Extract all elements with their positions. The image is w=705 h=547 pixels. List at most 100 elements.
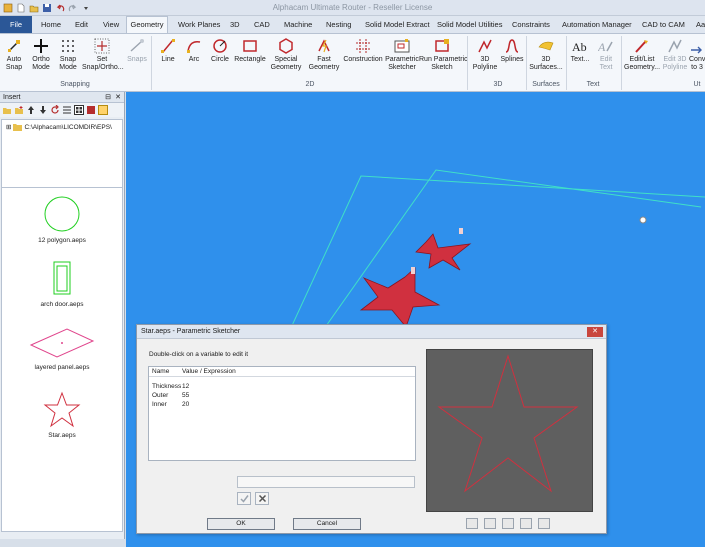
tab-work-planes[interactable]: Work Planes: [178, 16, 220, 33]
construction-button[interactable]: Construction: [343, 36, 383, 64]
edit-3d-polyline-button[interactable]: Edit 3D Polyline: [660, 36, 690, 72]
list-item[interactable]: 12 polygon.aeps: [2, 194, 122, 244]
tab-edit[interactable]: Edit: [75, 16, 88, 33]
fast-geometry-button[interactable]: Fast Geometry: [306, 36, 342, 72]
3d-polyline-icon: [471, 36, 499, 56]
run-parametric-sketch-icon: [419, 36, 465, 56]
tab-home[interactable]: Home: [41, 16, 61, 33]
snaps-button[interactable]: Snaps: [125, 36, 149, 64]
arc-icon: [183, 36, 205, 56]
accept-button[interactable]: [237, 492, 251, 505]
folder-icon: [13, 124, 23, 131]
3d-surfaces-button[interactable]: 3D Surfaces...: [528, 36, 564, 72]
folder-new-icon[interactable]: [14, 105, 24, 115]
edit-3d-polyline-label: Edit 3D Polyline: [662, 56, 688, 71]
parametric-sketcher-button[interactable]: Parametric Sketcher: [385, 36, 419, 72]
edit-geometry-icon: [624, 36, 660, 56]
tab-overflow[interactable]: Aa: [696, 16, 705, 33]
column-name: Name: [152, 368, 170, 375]
tab-cad[interactable]: CAD: [254, 16, 270, 33]
run-parametric-sketch-label: Run Parametric Sketch: [419, 56, 468, 71]
set-snap-ortho-button[interactable]: Set Snap/Ortho...: [82, 36, 124, 72]
table-row[interactable]: Thickness 12: [149, 382, 415, 391]
special-geometry-button[interactable]: Special Geometry: [268, 36, 304, 72]
tab-cad-to-cam[interactable]: CAD to CAM: [642, 16, 685, 33]
tab-solid-model-extract[interactable]: Solid Model Extract: [365, 16, 430, 33]
convert-button[interactable]: Conv to 3: [689, 36, 705, 72]
stop-icon[interactable]: [86, 105, 96, 115]
ok-button[interactable]: OK: [207, 518, 275, 530]
list-item[interactable]: Star.aeps: [2, 391, 122, 439]
auto-snap-button[interactable]: Auto Snap: [3, 36, 25, 72]
tab-constraints[interactable]: Constraints: [512, 16, 550, 33]
list-view-icon[interactable]: [62, 105, 72, 115]
refresh-icon[interactable]: [50, 105, 60, 115]
parametric-sketcher-label: Parametric Sketcher: [385, 56, 419, 71]
arrow-up-icon[interactable]: [26, 105, 36, 115]
line-button[interactable]: Line: [157, 36, 179, 64]
dialog-close-button[interactable]: ✕: [587, 327, 603, 337]
ribbon-tabs: File Home Edit View Geometry Work Planes…: [0, 16, 705, 34]
circle-thumbnail-icon: [44, 196, 80, 232]
ortho-mode-button[interactable]: Ortho Mode: [29, 36, 53, 72]
thumbnail-view-icon[interactable]: [74, 105, 84, 115]
preview-toggle-icon[interactable]: [98, 105, 108, 115]
circle-button[interactable]: Circle: [208, 36, 232, 64]
preview-view-button[interactable]: [538, 518, 550, 529]
tab-nesting[interactable]: Nesting: [326, 16, 351, 33]
cursor-marker: [639, 216, 647, 224]
preview-view-button[interactable]: [520, 518, 532, 529]
pin-icon[interactable]: ⊟: [105, 92, 111, 103]
tab-3d[interactable]: 3D: [230, 16, 240, 33]
text-button[interactable]: Ab Text...: [568, 36, 592, 64]
reject-button[interactable]: [255, 492, 269, 505]
auto-snap-label: Auto Snap: [5, 56, 23, 71]
folder-tree-node[interactable]: ⊞ C:\Alphacam\LICOMDIR\EPS\: [6, 123, 112, 131]
expression-input[interactable]: [237, 476, 415, 488]
column-value: Value / Expression: [182, 368, 236, 375]
row-value: 20: [182, 401, 190, 408]
snaps-icon: [125, 36, 149, 56]
tab-solid-model-utilities[interactable]: Solid Model Utilities: [437, 16, 502, 33]
table-row[interactable]: Outer 55: [149, 391, 415, 400]
edit-text-label: Edit Text: [599, 56, 613, 71]
small-star: [415, 233, 472, 271]
preview-view-button[interactable]: [466, 518, 478, 529]
group-separator: [467, 36, 468, 90]
insert-toolbar: [0, 103, 124, 117]
arrow-down-icon[interactable]: [38, 105, 48, 115]
preview-view-button[interactable]: [502, 518, 514, 529]
splines-button[interactable]: Splines: [500, 36, 524, 64]
special-geometry-label: Special Geometry: [270, 56, 302, 71]
cancel-button[interactable]: Cancel: [293, 518, 361, 530]
star-thumbnail-icon: [43, 391, 81, 428]
ortho-mode-icon: [29, 36, 53, 56]
row-name: Outer: [152, 392, 169, 399]
folder-up-icon[interactable]: [2, 105, 12, 115]
run-parametric-sketch-button[interactable]: Run Parametric Sketch: [419, 36, 468, 72]
expand-icon[interactable]: ⊞: [6, 123, 11, 131]
tab-file[interactable]: File: [0, 16, 32, 33]
edit-list-geometry-button[interactable]: Edit/List Geometry...: [624, 36, 660, 72]
edit-text-button[interactable]: A Edit Text: [594, 36, 618, 72]
edit-text-icon: A: [594, 36, 618, 56]
snap-mode-button[interactable]: Snap Mode: [56, 36, 80, 72]
tool-marker: [411, 267, 415, 274]
list-item[interactable]: layered panel.aeps: [2, 325, 122, 371]
preview-view-button[interactable]: [484, 518, 496, 529]
util-group-label: Ut: [693, 81, 701, 88]
tab-machine[interactable]: Machine: [284, 16, 312, 33]
3d-polyline-button[interactable]: 3D Polyline: [471, 36, 499, 72]
tab-geometry[interactable]: Geometry: [126, 16, 168, 34]
snaps-label: Snaps: [127, 56, 147, 63]
tab-view[interactable]: View: [103, 16, 119, 33]
table-row[interactable]: Inner 20: [149, 400, 415, 409]
tab-automation-manager[interactable]: Automation Manager: [562, 16, 632, 33]
arc-button[interactable]: Arc: [183, 36, 205, 64]
row-value: 12: [182, 383, 190, 390]
parametric-sketcher-icon: [385, 36, 419, 56]
list-item[interactable]: arch door.aeps: [2, 258, 122, 308]
close-icon[interactable]: ✕: [115, 92, 121, 103]
panel-thumbnail-icon: [29, 328, 95, 358]
rectangle-button[interactable]: Rectangle: [233, 36, 267, 64]
